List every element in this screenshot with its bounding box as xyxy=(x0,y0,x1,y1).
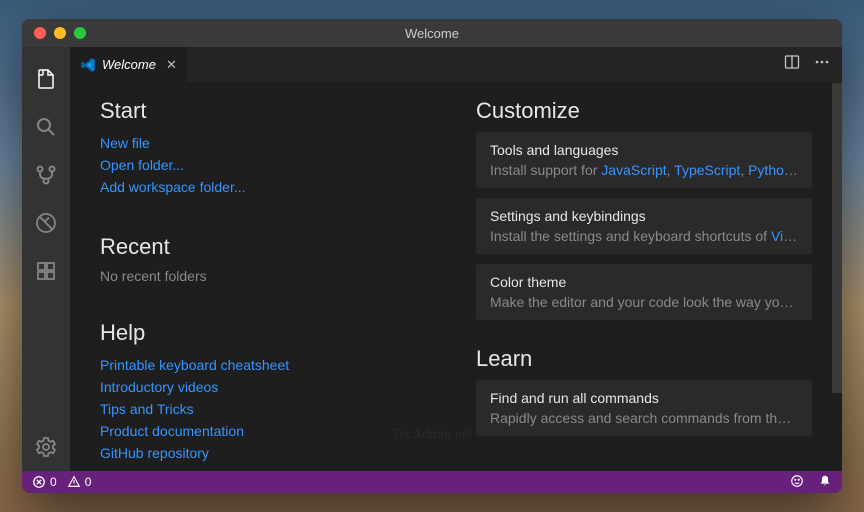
add-workspace-folder-link[interactable]: Add workspace folder... xyxy=(100,176,436,198)
help-docs-link[interactable]: Product documentation xyxy=(100,420,436,442)
status-warnings[interactable]: 0 xyxy=(67,475,92,489)
tools-languages-card[interactable]: Tools and languages Install support for … xyxy=(476,132,812,188)
lang-ts-link[interactable]: TypeScript xyxy=(674,162,740,178)
tab-welcome[interactable]: Welcome ✕ xyxy=(70,47,187,82)
app-window: Welcome xyxy=(22,19,842,493)
card-title: Color theme xyxy=(490,274,798,290)
settings-gear-icon[interactable] xyxy=(22,423,70,471)
search-icon[interactable] xyxy=(22,103,70,151)
source-control-icon[interactable] xyxy=(22,151,70,199)
right-column: Customize Tools and languages Install su… xyxy=(476,98,812,471)
start-section: Start New file Open folder... Add worksp… xyxy=(100,98,436,198)
traffic-lights xyxy=(22,27,86,39)
help-tips-link[interactable]: Tips and Tricks xyxy=(100,398,436,420)
zoom-window-button[interactable] xyxy=(74,27,86,39)
explorer-icon[interactable] xyxy=(22,55,70,103)
keymap-vim-link[interactable]: Vim xyxy=(771,228,797,244)
status-bar: 0 0 xyxy=(22,471,842,493)
recent-section: Recent No recent folders xyxy=(100,234,436,284)
debug-icon[interactable] xyxy=(22,199,70,247)
error-icon xyxy=(32,475,46,489)
new-file-link[interactable]: New file xyxy=(100,132,436,154)
feedback-smiley-icon[interactable] xyxy=(790,474,804,491)
main-area: Welcome ✕ Start New xyxy=(22,47,842,471)
notifications-bell-icon[interactable] xyxy=(818,474,832,491)
lang-js-link[interactable]: JavaScript xyxy=(601,162,666,178)
welcome-page: Start New file Open folder... Add worksp… xyxy=(70,82,842,471)
titlebar: Welcome xyxy=(22,19,842,47)
card-sub: Make the editor and your code look the w… xyxy=(490,294,798,310)
tab-bar: Welcome ✕ xyxy=(70,47,842,82)
tab-actions xyxy=(784,47,842,82)
recent-empty-label: No recent folders xyxy=(100,268,436,284)
error-count: 0 xyxy=(50,475,57,489)
help-cheatsheet-link[interactable]: Printable keyboard cheatsheet xyxy=(100,354,436,376)
customize-heading: Customize xyxy=(476,98,812,124)
window-title: Welcome xyxy=(22,26,842,41)
find-run-commands-card[interactable]: Find and run all commands Rapidly access… xyxy=(476,380,812,436)
more-actions-icon[interactable] xyxy=(814,54,830,75)
tab-label: Welcome xyxy=(102,57,156,72)
card-title: Find and run all commands xyxy=(490,390,798,406)
card-sub: Install support for JavaScript, TypeScri… xyxy=(490,162,798,178)
split-editor-icon[interactable] xyxy=(784,54,800,75)
start-heading: Start xyxy=(100,98,436,124)
lang-py-link[interactable]: Python xyxy=(748,162,798,178)
card-title: Settings and keybindings xyxy=(490,208,798,224)
extensions-icon[interactable] xyxy=(22,247,70,295)
help-heading: Help xyxy=(100,320,436,346)
warning-count: 0 xyxy=(85,475,92,489)
card-sub: Rapidly access and search commands from … xyxy=(490,410,798,426)
help-section: Help Printable keyboard cheatsheet Intro… xyxy=(100,320,436,464)
settings-keybindings-card[interactable]: Settings and keybindings Install the set… xyxy=(476,198,812,254)
open-folder-link[interactable]: Open folder... xyxy=(100,154,436,176)
recent-heading: Recent xyxy=(100,234,436,260)
minimize-window-button[interactable] xyxy=(54,27,66,39)
warning-icon xyxy=(67,475,81,489)
editor-area: Welcome ✕ Start New xyxy=(70,47,842,471)
card-title: Tools and languages xyxy=(490,142,798,158)
left-column: Start New file Open folder... Add worksp… xyxy=(100,98,436,471)
help-videos-link[interactable]: Introductory videos xyxy=(100,376,436,398)
help-github-link[interactable]: GitHub repository xyxy=(100,442,436,464)
vscode-logo-icon xyxy=(80,57,96,73)
learn-heading: Learn xyxy=(476,346,812,372)
close-window-button[interactable] xyxy=(34,27,46,39)
color-theme-card[interactable]: Color theme Make the editor and your cod… xyxy=(476,264,812,320)
card-sub: Install the settings and keyboard shortc… xyxy=(490,228,798,244)
status-errors[interactable]: 0 xyxy=(32,475,57,489)
scrollbar[interactable] xyxy=(832,83,842,393)
activity-bar xyxy=(22,47,70,471)
tab-close-icon[interactable]: ✕ xyxy=(166,57,177,73)
